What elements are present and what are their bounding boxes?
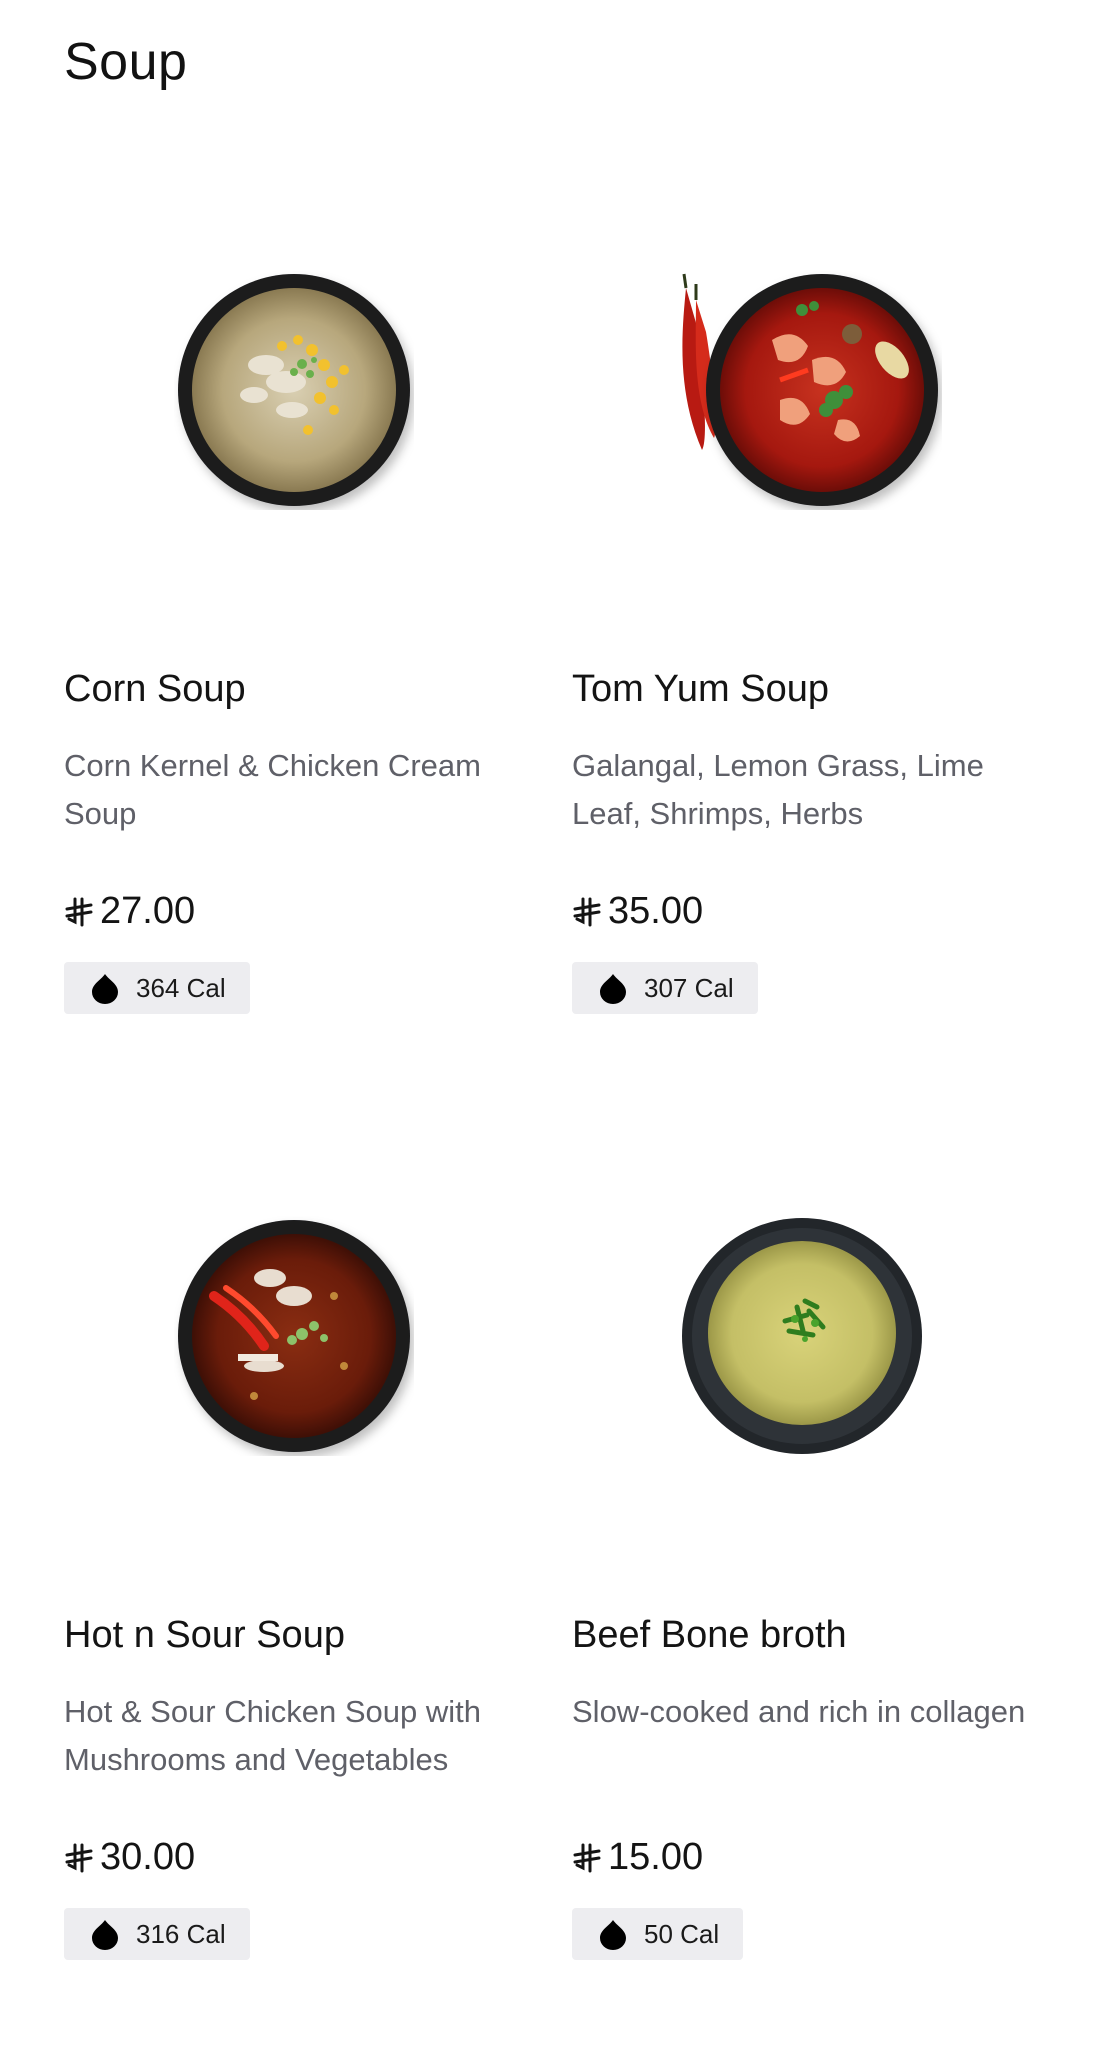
menu-item-card[interactable]: Corn Soup Corn Kernel & Chicken Cream So… — [64, 150, 572, 1096]
calorie-flame-icon — [92, 974, 118, 1004]
dish-image[interactable] — [572, 1096, 1032, 1576]
dish-image[interactable] — [572, 150, 1032, 630]
bone-broth-image — [682, 1218, 922, 1454]
calorie-value: 50 Cal — [644, 1918, 720, 1949]
dish-description: Hot & Sour Chicken Soup with Mushrooms a… — [64, 1694, 481, 1777]
dish-name: Beef Bone broth — [572, 1614, 847, 1656]
calorie-badge: 316 Cal — [64, 1908, 250, 1960]
dish-description: Slow-cooked and rich in collagen — [572, 1694, 1026, 1729]
price-value: 15.00 — [608, 1836, 704, 1878]
dish-name: Tom Yum Soup — [572, 668, 830, 710]
price-value: 30.00 — [100, 1836, 196, 1878]
calorie-value: 316 Cal — [136, 1918, 226, 1949]
tom-yum-image — [682, 273, 938, 506]
dish-price: 35.00 — [572, 890, 703, 933]
calorie-flame-icon — [92, 1920, 118, 1950]
price-value: 35.00 — [608, 890, 704, 932]
dish-price: 15.00 — [572, 1836, 703, 1879]
corn-soup-image — [178, 274, 410, 506]
menu-grid: Corn Soup Corn Kernel & Chicken Cream So… — [64, 150, 1074, 2042]
dish-name: Hot n Sour Soup — [64, 1614, 345, 1656]
dish-image[interactable] — [64, 150, 524, 630]
dish-description: Galangal, Lemon Grass, Lime Leaf, Shrimp… — [572, 748, 984, 831]
hot-sour-image — [178, 1220, 410, 1452]
dish-price: 27.00 — [64, 890, 195, 933]
price-value: 27.00 — [100, 890, 196, 932]
dish-price: 30.00 — [64, 1836, 195, 1879]
riyal-currency-icon — [65, 1843, 93, 1872]
dish-name: Corn Soup — [64, 668, 246, 710]
calorie-badge: 364 Cal — [64, 962, 250, 1014]
riyal-currency-icon — [65, 897, 93, 926]
calorie-flame-icon — [600, 974, 626, 1004]
calorie-flame-icon — [600, 1920, 626, 1950]
riyal-currency-icon — [573, 1843, 601, 1872]
section-title: Soup — [64, 33, 188, 91]
calorie-badge: 50 Cal — [572, 1908, 744, 1960]
calorie-value: 364 Cal — [136, 972, 226, 1003]
menu-item-card[interactable]: Beef Bone broth Slow-cooked and rich in … — [572, 1096, 1080, 2042]
menu-item-card[interactable]: Tom Yum Soup Galangal, Lemon Grass, Lime… — [572, 150, 1080, 1096]
dish-image[interactable] — [64, 1096, 524, 1576]
dish-description: Corn Kernel & Chicken Cream Soup — [64, 748, 481, 831]
menu-item-card[interactable]: Hot n Sour Soup Hot & Sour Chicken Soup … — [64, 1096, 572, 2042]
calorie-value: 307 Cal — [644, 972, 734, 1003]
riyal-currency-icon — [573, 897, 601, 926]
calorie-badge: 307 Cal — [572, 962, 758, 1014]
